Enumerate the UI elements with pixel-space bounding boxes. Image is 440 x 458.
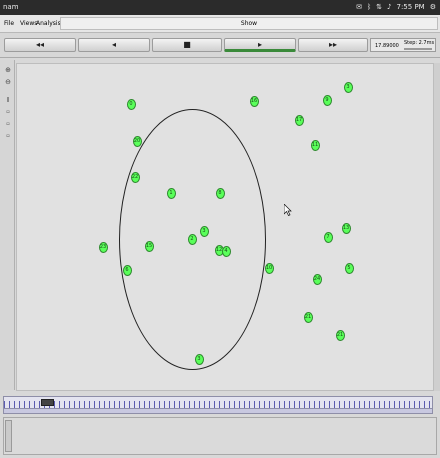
settings-icon[interactable]: ⚙	[430, 3, 436, 11]
select-icon[interactable]: ▫	[3, 120, 13, 129]
network-node[interactable]: 3	[343, 81, 353, 93]
stop-button[interactable]: ■	[152, 38, 222, 52]
link-icon[interactable]: ▫	[3, 132, 13, 141]
network-node[interactable]: 13	[341, 222, 351, 234]
edit-icon[interactable]: ǁ	[3, 96, 13, 105]
mouse-cursor-icon	[284, 204, 292, 216]
network-node[interactable]: 17	[294, 114, 304, 126]
log-scrollbar[interactable]	[5, 420, 12, 452]
step-back-button[interactable]: ◂	[78, 38, 150, 52]
canvas-scrollbar[interactable]	[434, 63, 440, 391]
system-top-bar: nam ✉ ᛒ ⇅ ♪ 7:55 PM ⚙	[0, 0, 440, 15]
network-node[interactable]: 21	[335, 329, 345, 341]
playback-controls: ◂◂ ◂ ■ ▸ ▸▸ 17.89000 Step: 2.7ms	[0, 33, 440, 58]
network-node[interactable]: 2	[187, 233, 197, 245]
system-tray: ✉ ᛒ ⇅ ♪ 7:55 PM ⚙	[356, 3, 436, 11]
network-node[interactable]: 0	[126, 98, 136, 110]
network-node[interactable]: 11	[310, 139, 320, 151]
network-node[interactable]: 4	[221, 245, 231, 257]
network-node[interactable]: 21	[303, 311, 313, 323]
tray-clock[interactable]: 7:55 PM	[397, 3, 425, 11]
network-node[interactable]: 7	[323, 231, 333, 243]
network-node[interactable]: 9	[322, 94, 332, 106]
network-node[interactable]: 3	[194, 353, 204, 365]
network-node[interactable]: 5	[344, 262, 354, 274]
network-node[interactable]: 6	[122, 264, 132, 276]
menu-file[interactable]: File	[4, 20, 14, 27]
network-node[interactable]: 3	[199, 225, 209, 237]
network-node[interactable]: 8	[215, 187, 225, 199]
zoom-out-icon[interactable]: ⊖	[3, 78, 13, 87]
menu-views[interactable]: Views	[20, 20, 37, 27]
mail-icon[interactable]: ✉	[356, 3, 362, 11]
network-node[interactable]: 22	[130, 171, 140, 183]
menu-bar: File Views Analysis Show	[0, 15, 440, 33]
network-node[interactable]: 15	[144, 240, 154, 252]
fast-forward-button[interactable]: ▸▸	[298, 38, 368, 52]
network-node[interactable]: 24	[312, 273, 322, 285]
play-button[interactable]: ▸	[224, 38, 296, 52]
network-icon[interactable]: ⇅	[376, 3, 382, 11]
zoom-toolbar: ⊕ ⊖ ǁ ▫ ▫ ▫	[0, 60, 15, 390]
app-title: nam	[3, 3, 19, 11]
timeline-base	[4, 408, 432, 413]
network-node[interactable]: 20	[132, 135, 142, 147]
rewind-button[interactable]: ◂◂	[4, 38, 76, 52]
bluetooth-icon[interactable]: ᛒ	[367, 3, 371, 11]
network-node[interactable]: 10	[264, 262, 274, 274]
step-label: Step: 2.7ms	[404, 40, 435, 46]
timeline-ticks	[4, 401, 432, 408]
menu-analysis[interactable]: Analysis	[36, 20, 61, 27]
network-node[interactable]: 16	[249, 95, 259, 107]
zoom-in-icon[interactable]: ⊕	[3, 66, 13, 75]
time-value: 17.89000	[375, 43, 399, 49]
step-slider[interactable]	[404, 48, 432, 50]
timeline-thumb[interactable]	[41, 399, 54, 406]
time-readout: 17.89000 Step: 2.7ms	[370, 38, 436, 52]
network-node[interactable]: 23	[98, 241, 108, 253]
volume-icon[interactable]: ♪	[387, 3, 391, 11]
monitor-icon[interactable]: ▫	[3, 108, 13, 117]
network-animation-canvas[interactable]: 0 16 3 9 17 11 20 22 1 8 3 2 12 4 15 23 6 10 13 7 5 24 21 21 3	[16, 63, 434, 391]
timeline-slider[interactable]	[3, 396, 433, 414]
network-node[interactable]: 1	[166, 187, 176, 199]
window-title: Show	[60, 17, 438, 30]
log-panel	[3, 417, 437, 455]
